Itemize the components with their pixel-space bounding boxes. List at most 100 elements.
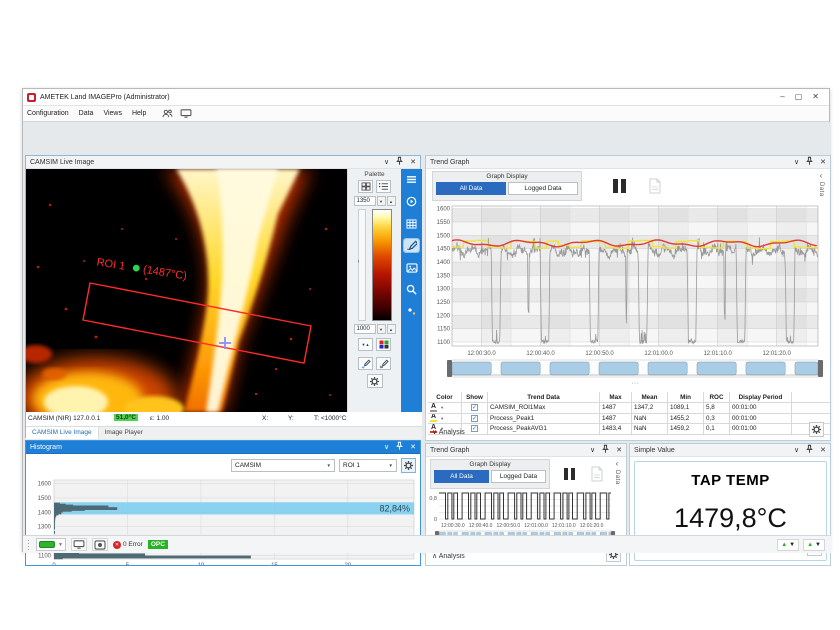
palette-slider[interactable] — [358, 209, 366, 321]
palette-min-down-button[interactable]: ▼ — [377, 324, 386, 334]
mean-value: 1347,2 — [632, 403, 668, 413]
restore-icon[interactable]: ▢ — [795, 92, 803, 102]
snapshot-button[interactable] — [92, 538, 108, 551]
monitor-icon[interactable] — [180, 109, 192, 118]
export-button[interactable] — [642, 174, 668, 198]
pin-icon[interactable] — [601, 444, 610, 457]
svg-text:1400: 1400 — [437, 260, 451, 266]
palette-slider-marker[interactable]: ‹ — [358, 259, 360, 265]
palette-color-mode-button[interactable] — [376, 338, 391, 351]
thermal-image[interactable]: ROI 1 (1487°C) — [26, 169, 347, 412]
error-icon: ✕ — [113, 541, 121, 549]
svg-text:1450: 1450 — [437, 247, 451, 253]
palette-settings-button[interactable] — [367, 374, 383, 388]
roi-select[interactable]: ROI 1▼ — [339, 459, 397, 472]
logged-data-button[interactable]: Logged Data — [491, 470, 546, 483]
status-bar: ▼ ✕ 0 Error OPC ▲▼ ▲▼ — [23, 535, 831, 553]
error-indicator[interactable]: ✕ 0 Error — [113, 541, 143, 549]
pin-icon[interactable] — [395, 441, 404, 454]
svg-text:12:01:10.0: 12:01:10.0 — [552, 523, 576, 529]
live-status-line: CAMSIM (NIR) 127.0.0.1 51,0°C ε: 1.00 X:… — [26, 412, 422, 426]
menu-icon[interactable] — [404, 173, 419, 186]
palette-max-up-button[interactable]: ▲ — [387, 196, 396, 206]
isotherm-dots-icon[interactable] — [404, 305, 419, 318]
series-color-selector[interactable]: A — [430, 414, 437, 422]
palette-min-up-button[interactable]: ▲ — [387, 324, 396, 334]
chevron-left-icon: ‹ — [611, 460, 623, 468]
connection-select[interactable]: ▼ — [36, 538, 66, 551]
zoom-icon[interactable] — [404, 283, 419, 296]
svg-text:12:00:30.0: 12:00:30.0 — [441, 523, 465, 529]
chevron-down-icon[interactable]: ∨ — [384, 158, 389, 167]
close-icon[interactable]: ✕ — [616, 446, 622, 455]
palette-list-button[interactable] — [376, 180, 391, 193]
close-icon[interactable]: ✕ — [812, 92, 819, 102]
palette-min-input[interactable]: 1000 — [354, 324, 376, 334]
menu-item-configuration[interactable]: Configuration — [27, 110, 69, 117]
image-icon[interactable] — [404, 261, 419, 274]
display-button[interactable] — [71, 538, 87, 551]
svg-text:12:01:20.0: 12:01:20.0 — [580, 523, 604, 529]
live-image-panel: CAMSIM Live Image ∨ ✕ — [25, 155, 421, 438]
svg-text:1500: 1500 — [437, 233, 451, 239]
camera-select[interactable]: CAMSIM▼ — [231, 459, 335, 472]
menu-item-views[interactable]: Views — [103, 110, 122, 117]
data-flyout-tab[interactable]: ‹ Data — [611, 460, 623, 490]
connection-status-icon — [39, 541, 55, 548]
palette-autoscale-button[interactable]: ▼▲ — [358, 338, 373, 351]
pause-button[interactable] — [606, 174, 632, 198]
graph-display-group: Graph Display All Data Logged Data — [432, 171, 582, 201]
show-checkbox[interactable]: ✓ — [471, 415, 478, 422]
palette-select-button[interactable] — [358, 180, 373, 193]
picker-load-button[interactable] — [358, 357, 373, 370]
chevron-down-icon[interactable]: ∨ — [794, 446, 799, 455]
show-checkbox[interactable]: ✓ — [471, 404, 478, 411]
users-icon[interactable] — [162, 109, 173, 118]
analysis-expander[interactable]: ∧ Analysis — [432, 552, 465, 560]
logged-data-button[interactable]: Logged Data — [508, 182, 578, 195]
menu-item-help[interactable]: Help — [132, 110, 146, 117]
pause-button[interactable] — [558, 462, 580, 486]
pin-icon[interactable] — [395, 156, 404, 169]
show-checkbox[interactable]: ✓ — [471, 425, 478, 432]
export-button[interactable] — [586, 462, 608, 486]
title-bar: AMETEK Land IMAGEPro (Administrator) – ▢… — [23, 89, 829, 106]
all-data-button[interactable]: All Data — [436, 182, 506, 195]
minimize-icon[interactable]: – — [780, 92, 784, 102]
trend-settings-button[interactable] — [809, 422, 824, 437]
close-icon[interactable]: ✕ — [410, 158, 416, 167]
palette-max-input[interactable]: 1350 — [354, 196, 376, 206]
chevron-down-icon[interactable]: ∨ — [384, 443, 389, 452]
data-flyout-tab[interactable]: ‹ Data — [815, 172, 827, 202]
table-header-filler — [792, 392, 830, 402]
svg-text:1500: 1500 — [38, 496, 52, 502]
svg-text:12:01:20.0: 12:01:20.0 — [762, 351, 791, 357]
opc-status-badge[interactable]: OPC — [148, 540, 168, 549]
close-icon[interactable]: ✕ — [820, 158, 826, 167]
drag-grip[interactable] — [27, 539, 31, 551]
palette-max-down-button[interactable]: ▼ — [377, 196, 386, 206]
palette-tool-icon[interactable] — [404, 239, 419, 252]
close-icon[interactable]: ✕ — [820, 446, 826, 455]
pin-icon[interactable] — [805, 444, 814, 457]
pin-icon[interactable] — [805, 156, 814, 169]
chevron-down-icon[interactable]: ∨ — [794, 158, 799, 167]
table-row[interactable]: A▼✓CAMSIM_ROI1Max14871347,21089,15,800:0… — [428, 403, 830, 414]
record-icon[interactable] — [404, 195, 419, 208]
max-value: 1487 — [600, 403, 632, 413]
table-row[interactable]: A▼✓Process_Peak11487NaN1455,20,300:01:00 — [428, 414, 830, 425]
svg-text:···: ··· — [632, 380, 639, 387]
display-period: 00:01:00 — [730, 403, 792, 413]
picker-save-button[interactable] — [376, 357, 391, 370]
tab-image-player[interactable]: Image Player — [99, 427, 149, 439]
table-row[interactable]: A▼✓Process_PeakAVG11483,4NaN1459,20,100:… — [428, 424, 830, 435]
close-icon[interactable]: ✕ — [410, 443, 416, 452]
all-data-button[interactable]: All Data — [434, 470, 489, 483]
analysis-expander[interactable]: ∨ Analysis — [432, 428, 465, 436]
menu-item-data[interactable]: Data — [79, 110, 94, 117]
series-color-selector[interactable]: A — [430, 404, 437, 412]
grid-icon[interactable] — [404, 217, 419, 230]
chevron-down-icon[interactable]: ∨ — [590, 446, 595, 455]
histogram-settings-button[interactable] — [401, 458, 416, 473]
tab-live-image[interactable]: CAMSIM Live Image — [26, 427, 99, 439]
